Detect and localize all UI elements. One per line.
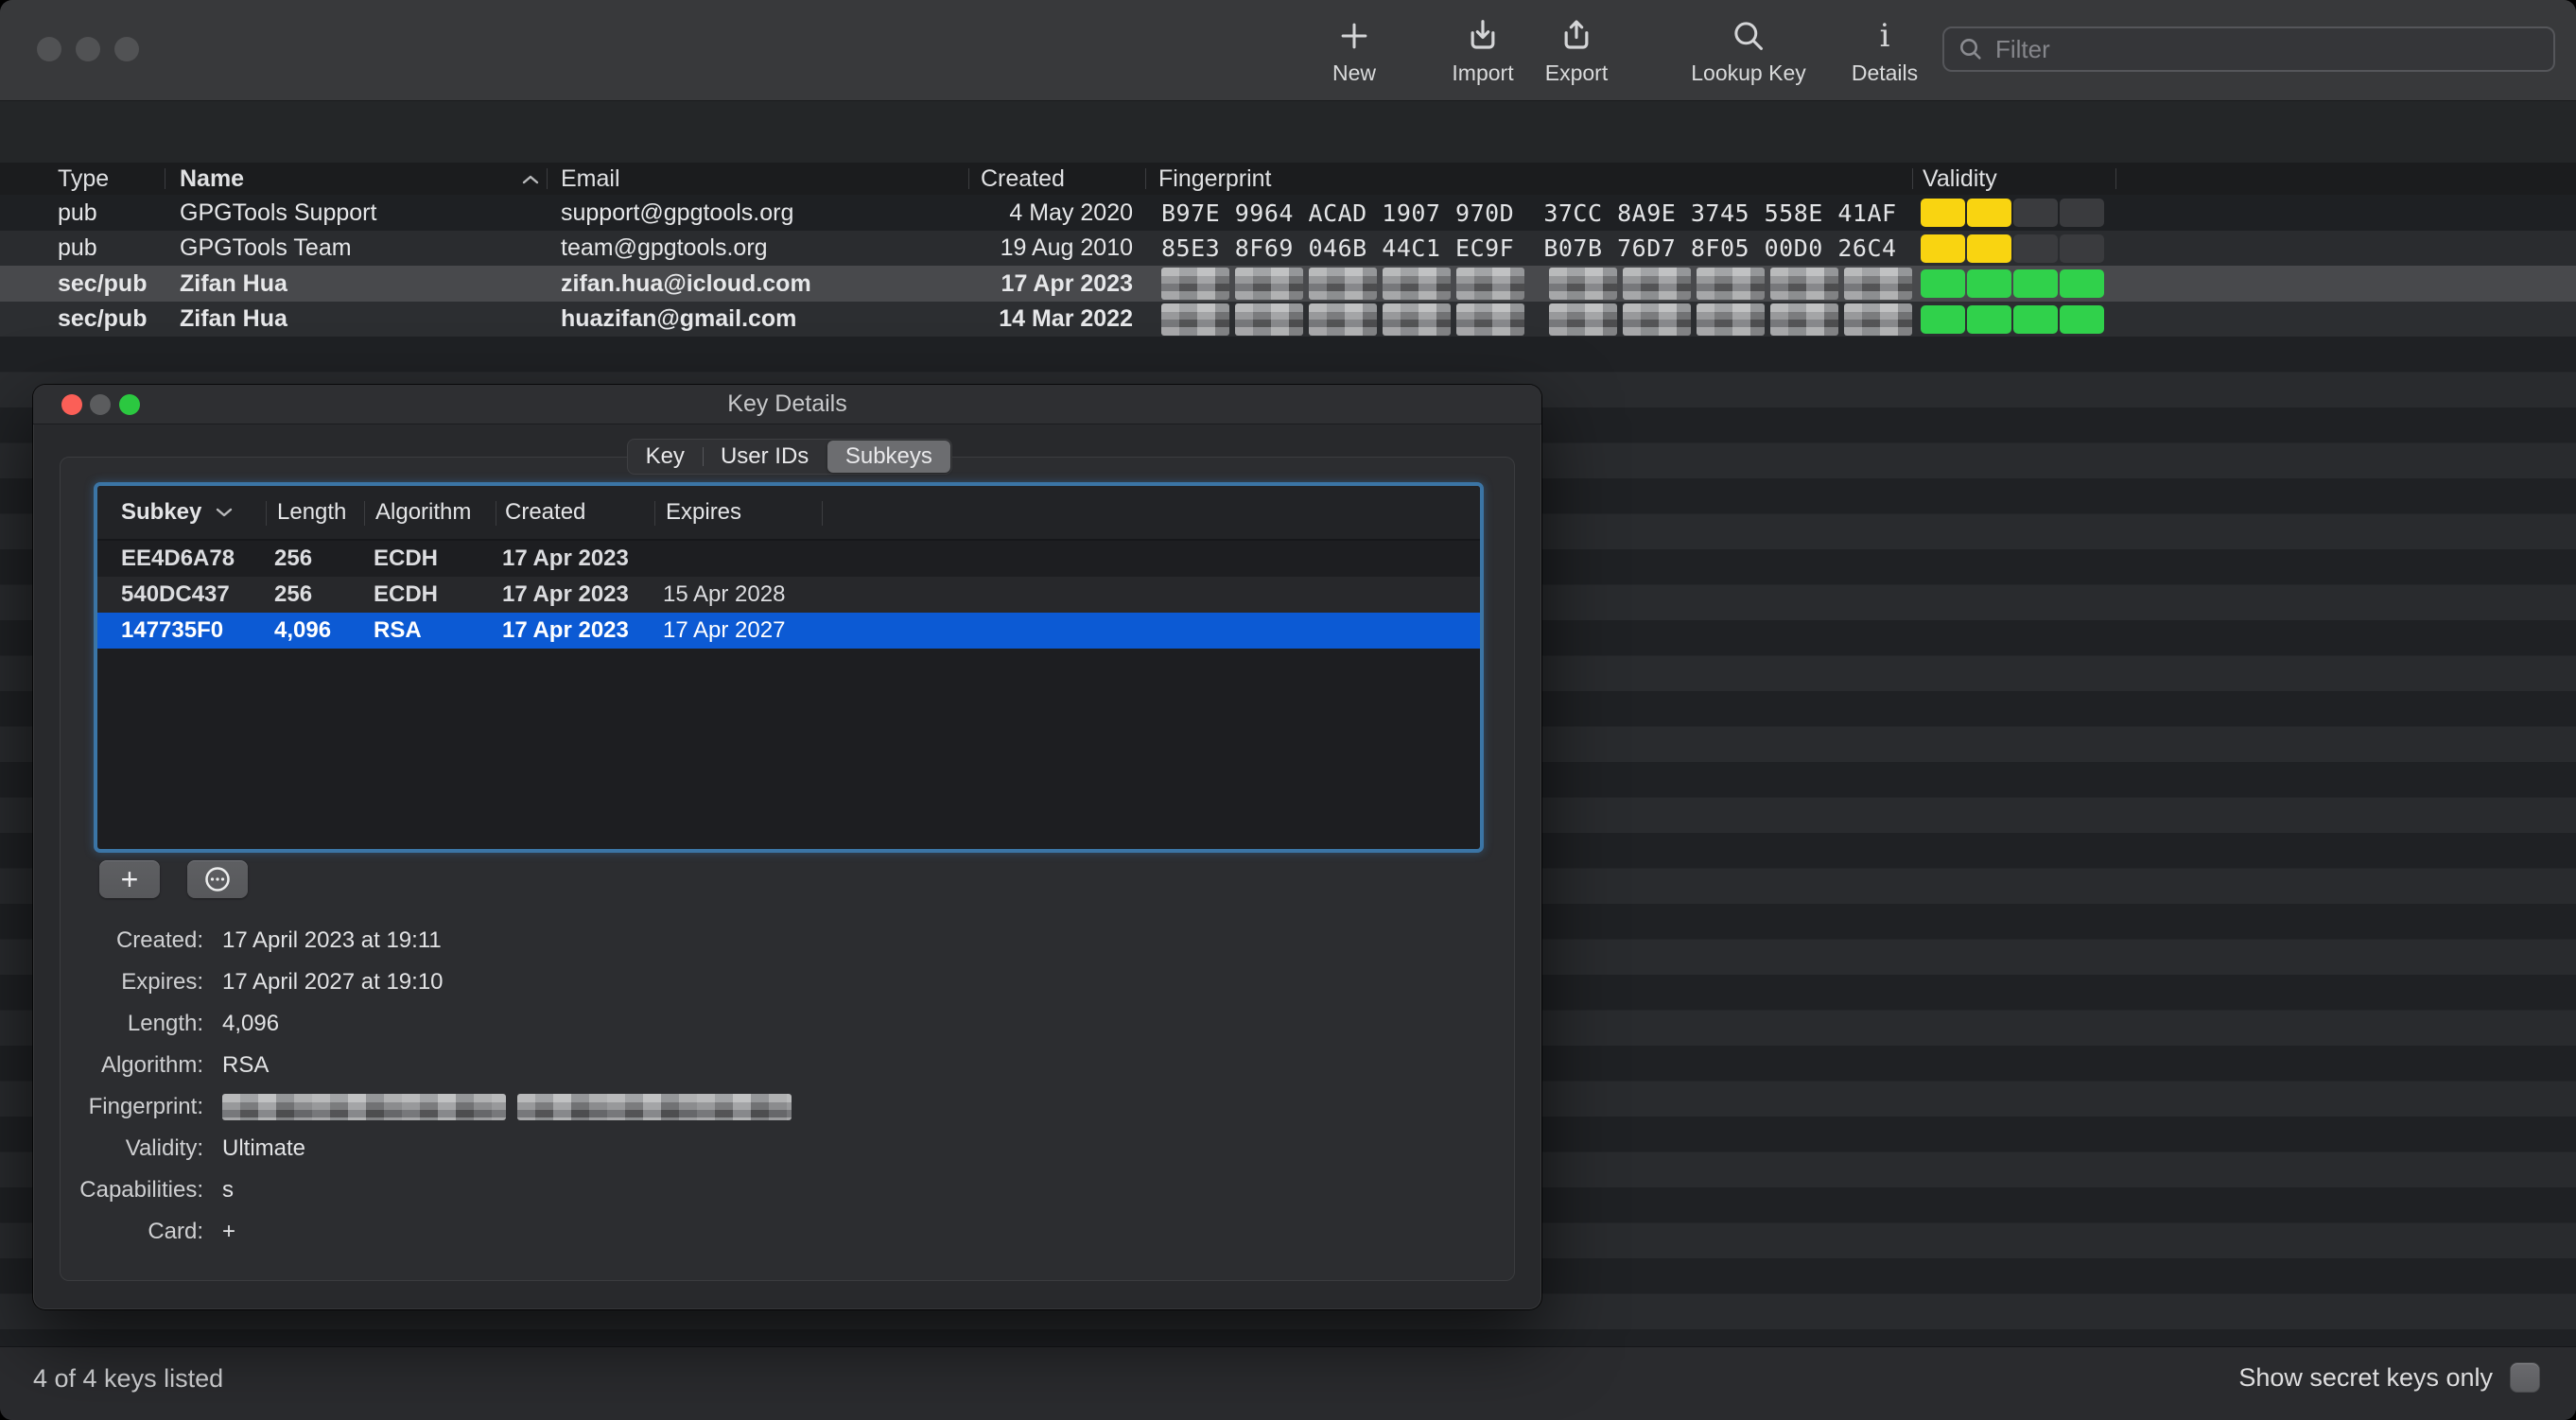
keys-count-text: 4 of 4 keys listed — [33, 1364, 224, 1393]
column-header-email[interactable]: Email — [561, 163, 620, 195]
column-separator — [822, 501, 823, 526]
tab-key[interactable]: Key — [628, 440, 703, 474]
detail-created: Created: 17 April 2023 at 19:11 — [115, 927, 442, 953]
column-separator — [266, 501, 267, 526]
close-window-button[interactable] — [37, 37, 61, 61]
subkey-table-header: Subkey Length Algorithm Created Expires — [97, 486, 1480, 541]
column-separator — [2115, 168, 2116, 189]
key-row-gpgtools-support[interactable]: pub GPGTools Support support@gpgtools.or… — [0, 195, 2576, 231]
column-separator — [1912, 168, 1913, 189]
detail-expires: Expires: 17 April 2027 at 19:10 — [121, 969, 444, 995]
detail-card: Card: + — [148, 1219, 236, 1244]
minimize-dialog-button — [90, 394, 111, 415]
redacted-fingerprint — [1161, 302, 1912, 337]
redacted-fingerprint — [1161, 266, 1912, 302]
tab-user-ids[interactable]: User IDs — [704, 440, 827, 474]
created-column-header[interactable]: Created — [505, 486, 585, 539]
info-icon: i — [1879, 17, 1890, 55]
key-table-header: Type Name Email Created Fingerprint Vali… — [0, 163, 2576, 197]
column-header-validity[interactable]: Validity — [1923, 163, 1997, 195]
filter-input[interactable] — [1993, 33, 2540, 65]
column-header-type[interactable]: Type — [58, 163, 109, 195]
validity-bar — [1921, 266, 2104, 302]
tab-bar: Key User IDs Subkeys — [627, 439, 952, 475]
lookup-key-button[interactable]: Lookup Key — [1678, 13, 1819, 86]
expires-column-header[interactable]: Expires — [666, 486, 741, 539]
minimize-window-button[interactable] — [76, 37, 100, 61]
detail-validity: Validity: Ultimate — [125, 1135, 306, 1161]
detail-fingerprint: Fingerprint: — [33, 1086, 979, 1128]
detail-algorithm: Algorithm: RSA — [100, 1052, 270, 1078]
validity-bar — [1921, 195, 2104, 231]
subkey-row-147735F0-selected[interactable]: 147735F0 4,096 RSA 17 Apr 2023 17 Apr 20… — [97, 613, 1480, 649]
export-button[interactable]: Export — [1506, 13, 1647, 86]
key-details-title: Key Details — [727, 390, 847, 417]
zoom-dialog-button[interactable] — [119, 394, 140, 415]
length-column-header[interactable]: Length — [277, 486, 346, 539]
details-label: Details — [1851, 61, 1919, 85]
column-header-fingerprint[interactable]: Fingerprint — [1158, 163, 1272, 195]
show-secret-keys-label: Show secret keys only — [2238, 1362, 2493, 1392]
validity-bar — [1921, 302, 2104, 337]
tray-arrow-up-icon — [1506, 13, 1647, 59]
toolbar: New Import Export Lookup Key i Details F… — [0, 0, 2576, 101]
key-details-window: Key Details Key User IDs Subkeys Subkey … — [33, 385, 1541, 1309]
search-icon — [1960, 39, 1981, 60]
redacted-fingerprint — [222, 1094, 792, 1120]
lookup-key-label: Lookup Key — [1691, 61, 1806, 85]
key-row-zifan-gmail[interactable]: sec/pub Zifan Hua huazifan@gmail.com 14 … — [0, 302, 2576, 337]
filter-field[interactable] — [1942, 26, 2555, 72]
plus-icon: + — [120, 862, 139, 896]
sort-descending-icon — [215, 499, 234, 526]
column-header-created[interactable]: Created — [981, 163, 1065, 195]
subkey-details: Created: 17 April 2023 at 19:11 Expires:… — [33, 920, 979, 1253]
new-label: New — [1332, 61, 1376, 85]
key-details-titlebar: Key Details — [33, 385, 1541, 424]
gpg-keychain-window: New Import Export Lookup Key i Details F… — [0, 0, 2576, 1420]
screen: New Import Export Lookup Key i Details F… — [0, 0, 2576, 1420]
subkey-column-header[interactable]: Subkey — [121, 486, 234, 539]
subkey-row-EE4D6A78[interactable]: EE4D6A78 256 ECDH 17 Apr 2023 — [97, 541, 1480, 577]
show-secret-keys-checkbox[interactable] — [2510, 1362, 2540, 1393]
subkey-row-540DC437[interactable]: 540DC437 256 ECDH 17 Apr 2023 15 Apr 202… — [97, 577, 1480, 613]
magnifier-icon — [1678, 13, 1819, 59]
column-separator — [364, 501, 365, 526]
subkey-actions-button[interactable] — [187, 860, 248, 898]
key-row-zifan-icloud-selected[interactable]: sec/pub Zifan Hua zifan.hua@icloud.com 1… — [0, 266, 2576, 302]
subkey-table[interactable]: Subkey Length Algorithm Created Expires … — [97, 486, 1480, 849]
sort-ascending-icon — [508, 163, 540, 195]
zoom-window-button[interactable] — [114, 37, 139, 61]
detail-capabilities: Capabilities: s — [79, 1177, 234, 1203]
tab-subkeys[interactable]: Subkeys — [827, 441, 950, 473]
plus-icon — [1283, 13, 1425, 59]
column-separator — [547, 168, 548, 189]
column-separator — [1145, 168, 1146, 189]
details-button[interactable]: i Details — [1814, 13, 1956, 86]
add-subkey-button[interactable]: + — [99, 860, 160, 898]
validity-bar — [1921, 231, 2104, 266]
column-separator — [968, 168, 969, 189]
key-row-gpgtools-team[interactable]: pub GPGTools Team team@gpgtools.org 19 A… — [0, 231, 2576, 266]
column-header-name[interactable]: Name — [180, 163, 244, 195]
ellipsis-circle-icon — [205, 867, 230, 892]
new-button[interactable]: New — [1283, 13, 1425, 86]
column-separator — [654, 501, 655, 526]
status-bar: 4 of 4 keys listed Show secret keys only — [0, 1346, 2576, 1420]
export-label: Export — [1544, 61, 1609, 85]
algorithm-column-header[interactable]: Algorithm — [375, 486, 471, 539]
close-dialog-button[interactable] — [61, 394, 82, 415]
detail-length: Length: 4,096 — [127, 1011, 280, 1036]
toolbar-gap-band — [0, 101, 2576, 163]
